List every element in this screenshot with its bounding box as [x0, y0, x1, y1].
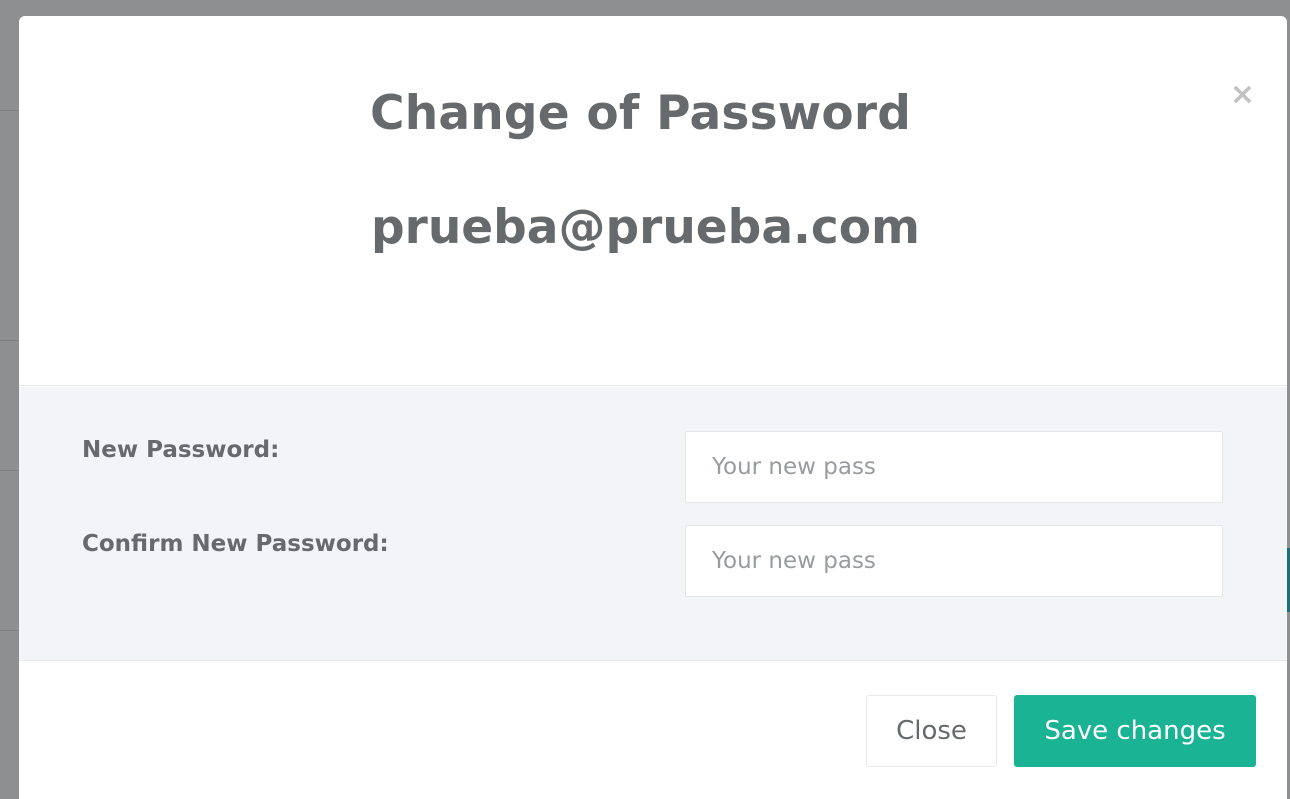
background-divider: [0, 340, 20, 341]
confirm-password-input[interactable]: [685, 525, 1223, 597]
modal-title: Change of Password: [370, 86, 912, 141]
background-divider: [0, 110, 20, 111]
change-password-modal: Change of Password prueba@prueba.com × N…: [19, 16, 1287, 799]
background-divider: [0, 470, 20, 471]
new-password-input[interactable]: [685, 431, 1223, 503]
close-icon[interactable]: ×: [1230, 80, 1255, 110]
modal-header: Change of Password prueba@prueba.com ×: [19, 16, 1287, 386]
confirm-password-label: Confirm New Password:: [82, 531, 389, 557]
new-password-label: New Password:: [82, 437, 280, 463]
modal-footer: Close Save changes: [19, 662, 1287, 799]
save-changes-button[interactable]: Save changes: [1014, 695, 1256, 767]
user-email: prueba@prueba.com: [371, 200, 921, 255]
background-divider: [0, 630, 20, 631]
close-button[interactable]: Close: [866, 695, 997, 767]
modal-body: New Password: Confirm New Password:: [19, 387, 1287, 661]
